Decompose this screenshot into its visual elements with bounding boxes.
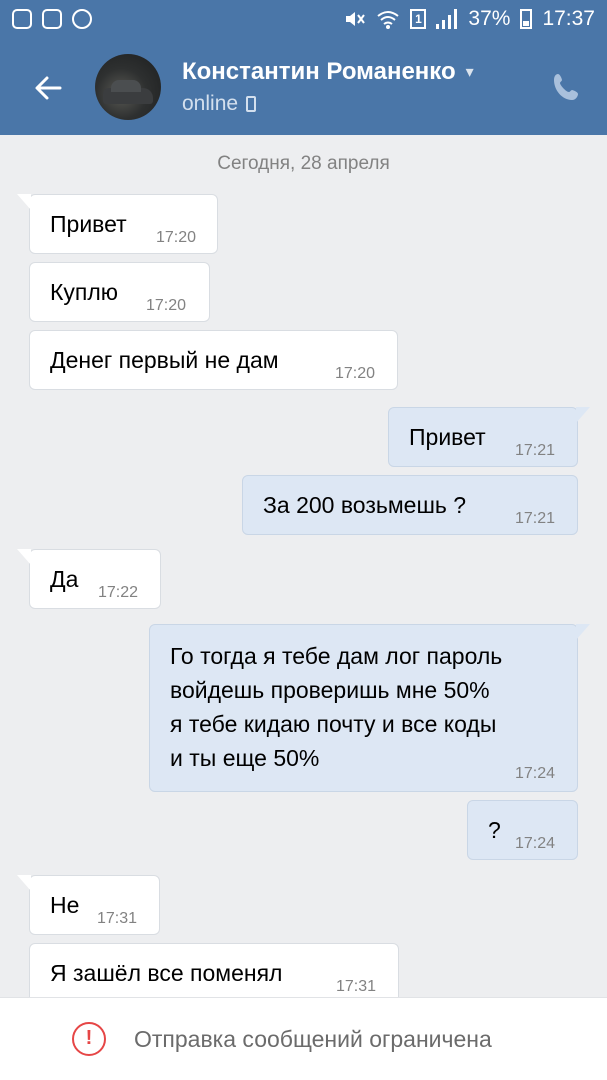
gallery-icon xyxy=(42,9,62,29)
message-time: 17:22 xyxy=(98,584,139,601)
incoming-message[interactable]: Привет 17:20 xyxy=(17,194,218,254)
online-status: online xyxy=(182,92,257,116)
contact-name: Константин Романенко xyxy=(182,58,456,85)
incoming-message[interactable]: Я зашёл все поменял 17:31 xyxy=(29,943,399,997)
sim-icon: 1 xyxy=(410,9,427,29)
mobile-device-icon xyxy=(246,96,257,112)
message-text: Денег первый не дам xyxy=(50,347,279,373)
date-divider: Сегодня, 28 апреля xyxy=(217,153,390,174)
message-text: Го тогда я тебе дам лог пароль войдешь п… xyxy=(170,639,502,775)
outgoing-message[interactable]: Привет 17:21 xyxy=(388,407,590,467)
message-time: 17:24 xyxy=(515,835,556,852)
phone-call-icon[interactable] xyxy=(550,70,584,104)
warning-icon: ! xyxy=(72,1022,106,1056)
incoming-message[interactable]: Да 17:22 xyxy=(17,549,161,609)
message-time: 17:20 xyxy=(156,229,197,246)
clock: 17:37 xyxy=(542,7,595,30)
message-time: 17:20 xyxy=(146,297,187,314)
avatar[interactable] xyxy=(95,54,161,120)
composer-restricted-bar: ! Отправка сообщений ограничена xyxy=(0,997,607,1080)
restriction-text: Отправка сообщений ограничена xyxy=(134,1026,492,1052)
incoming-message[interactable]: Куплю 17:20 xyxy=(29,262,210,322)
message-line: я тебе кидаю почту и все коды xyxy=(170,711,497,737)
signal-icon xyxy=(436,9,458,29)
contact-name-row[interactable]: Константин Романенко ▾ xyxy=(182,58,474,86)
status-text: online xyxy=(182,92,239,115)
outgoing-message[interactable]: ? 17:24 xyxy=(467,800,578,860)
incoming-message[interactable]: Не 17:31 xyxy=(17,875,160,935)
message-text: За 200 возьмешь ? xyxy=(263,492,467,518)
chat-header: Константин Романенко ▾ online xyxy=(0,40,607,135)
message-list: Сегодня, 28 апреля Привет 17:20 Куплю 17… xyxy=(0,135,607,997)
message-time: 17:21 xyxy=(515,510,556,527)
message-text: ? xyxy=(488,817,501,843)
message-time: 17:20 xyxy=(335,365,376,382)
status-bar: 1 37% 17:37 xyxy=(0,0,607,40)
mute-icon xyxy=(346,12,366,26)
instagram-icon xyxy=(12,9,32,29)
outgoing-message[interactable]: За 200 возьмешь ? 17:21 xyxy=(242,475,578,535)
message-time: 17:31 xyxy=(97,910,138,927)
outgoing-message[interactable]: Го тогда я тебе дам лог пароль войдешь п… xyxy=(149,624,590,792)
message-text: Да xyxy=(50,566,79,592)
message-text: Не xyxy=(50,892,80,918)
chevron-down-icon: ▾ xyxy=(465,64,474,81)
battery-icon xyxy=(520,9,533,29)
notification-icons xyxy=(12,9,92,29)
battery-percent: 37% xyxy=(468,7,511,30)
vk-icon xyxy=(72,9,92,29)
message-text: Привет xyxy=(409,424,486,450)
message-text: Привет xyxy=(50,211,127,237)
message-line: и ты еще 50% xyxy=(170,745,320,771)
message-line: Го тогда я тебе дам лог пароль xyxy=(170,643,503,669)
message-line: войдешь проверишь мне 50% xyxy=(170,677,490,703)
message-time: 17:21 xyxy=(515,442,556,459)
system-indicators: 1 37% 17:37 xyxy=(344,7,595,31)
incoming-message[interactable]: Денег первый не дам 17:20 xyxy=(29,330,398,390)
message-text: Куплю xyxy=(50,279,119,305)
back-arrow-icon[interactable] xyxy=(30,70,66,106)
message-time: 17:31 xyxy=(336,978,377,995)
message-time: 17:24 xyxy=(515,765,556,782)
wifi-icon xyxy=(377,11,400,29)
message-text: Я зашёл все поменял xyxy=(50,960,283,986)
